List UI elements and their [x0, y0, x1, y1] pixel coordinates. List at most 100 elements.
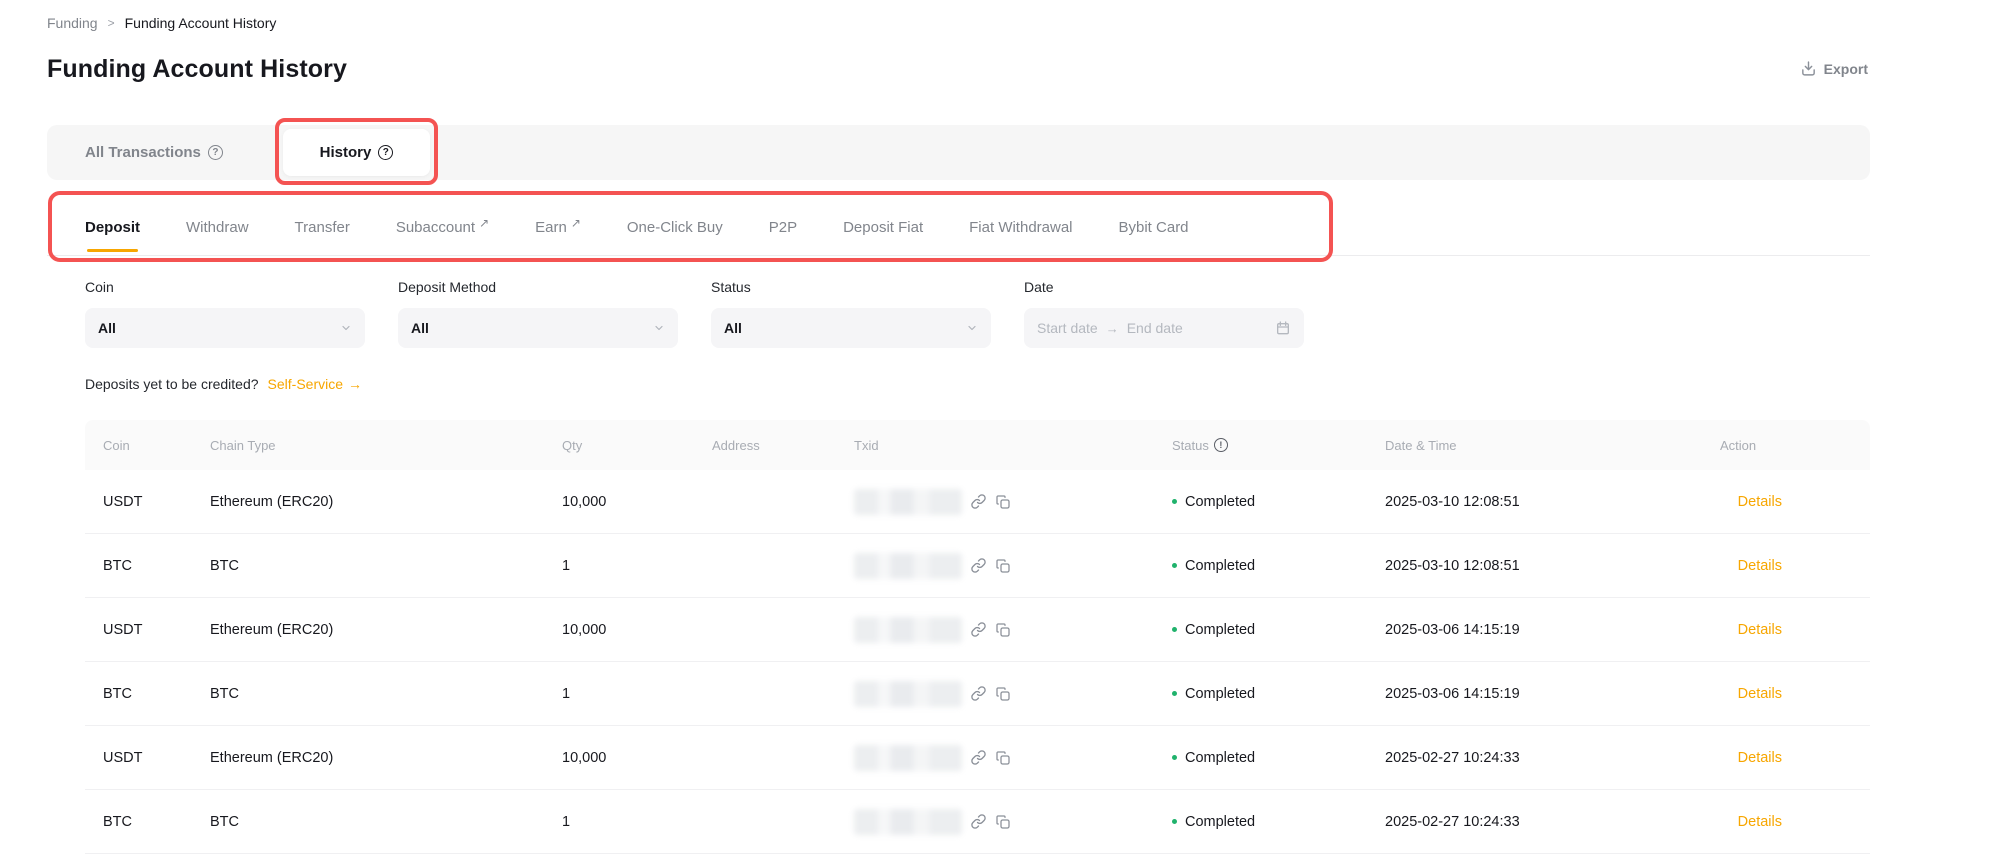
coin-select-value: All [98, 320, 340, 336]
self-service-link[interactable]: Self-Service → [268, 376, 362, 392]
subtab-label: Bybit Card [1119, 219, 1189, 236]
date-range-arrow-icon: → [1106, 321, 1119, 336]
funding-history-page: Funding > Funding Account History Fundin… [0, 0, 1999, 866]
table-header-cell: Txid [854, 438, 1172, 453]
table-header-cell: Coin [85, 438, 210, 453]
cell-action: Details [1720, 686, 1870, 702]
end-date-placeholder: End date [1127, 320, 1183, 336]
txid-link-icon[interactable] [970, 557, 987, 574]
txid-link-icon[interactable] [970, 621, 987, 638]
breadcrumb-current: Funding Account History [125, 15, 277, 31]
txid-redacted-blur [854, 681, 962, 707]
copy-icon[interactable] [995, 750, 1011, 766]
cell-status: Completed [1172, 686, 1385, 702]
table-row: BTC BTC 1 [85, 790, 1870, 854]
subtab-item[interactable]: Transfer [295, 202, 350, 252]
pending-deposit-notice: Deposits yet to be credited? Self-Servic… [85, 376, 362, 392]
copy-icon[interactable] [995, 622, 1011, 638]
subtab-label: Subaccount [396, 219, 475, 236]
main-tabbar: All Transactions ? History ? [47, 125, 1870, 180]
help-icon[interactable]: ? [208, 145, 223, 160]
copy-icon[interactable] [995, 814, 1011, 830]
subtab-item[interactable]: Subaccount ↗ [396, 202, 489, 252]
filter-status: Status All [711, 278, 991, 348]
status-dot-icon [1172, 819, 1177, 824]
subtabs-divider [47, 255, 1870, 256]
cell-chain-type: Ethereum (ERC20) [210, 750, 562, 766]
deposit-method-select-value: All [411, 320, 653, 336]
subtab-label: Fiat Withdrawal [969, 219, 1072, 236]
cell-txid [854, 617, 1172, 643]
table-row: USDT Ethereum (ERC20) 10,000 [85, 598, 1870, 662]
details-link[interactable]: Details [1738, 814, 1782, 830]
txid-redacted-blur [854, 553, 962, 579]
breadcrumb-funding-link[interactable]: Funding [47, 15, 98, 31]
txid-link-icon[interactable] [970, 493, 987, 510]
external-link-icon: ↗ [571, 216, 581, 230]
copy-icon[interactable] [995, 494, 1011, 510]
column-label: Address [712, 438, 760, 453]
start-date-placeholder: Start date [1037, 320, 1098, 336]
chevron-down-icon [340, 322, 352, 334]
subtab-item[interactable]: P2P [769, 202, 797, 252]
cell-datetime: 2025-03-10 12:08:51 [1385, 494, 1720, 510]
status-text: Completed [1185, 686, 1255, 702]
cell-coin: BTC [85, 686, 210, 702]
cell-chain-type: BTC [210, 558, 562, 574]
help-icon[interactable]: ? [378, 145, 393, 160]
txid-link-icon[interactable] [970, 685, 987, 702]
table-row: USDT Ethereum (ERC20) 10,000 [85, 470, 1870, 534]
details-link[interactable]: Details [1738, 686, 1782, 702]
coin-select[interactable]: All [85, 308, 365, 348]
txid-redacted-blur [854, 617, 962, 643]
table-header-cell: Chain Type [210, 438, 562, 453]
deposit-history-table: Coin Chain Type Qty Address [85, 420, 1870, 854]
column-label: Status [1172, 438, 1209, 453]
cell-qty: 1 [562, 814, 712, 830]
copy-icon[interactable] [995, 686, 1011, 702]
status-text: Completed [1185, 814, 1255, 830]
subtab-item[interactable]: Earn ↗ [535, 202, 581, 252]
export-button[interactable]: Export [1800, 60, 1868, 77]
table-header-cell: Qty [562, 438, 712, 453]
filter-date: Date Start date → End date [1024, 278, 1304, 348]
cell-qty: 10,000 [562, 494, 712, 510]
txid-link-icon[interactable] [970, 813, 987, 830]
table-row: USDT Ethereum (ERC20) 10,000 [85, 726, 1870, 790]
deposit-method-select[interactable]: All [398, 308, 678, 348]
subtab-item[interactable]: Fiat Withdrawal [969, 202, 1072, 252]
subtab-item[interactable]: One-Click Buy [627, 202, 723, 252]
column-label: Coin [103, 438, 130, 453]
cell-datetime: 2025-03-10 12:08:51 [1385, 558, 1720, 574]
subtab-item[interactable]: Deposit Fiat [843, 202, 923, 252]
tab-history[interactable]: History ? [283, 129, 430, 176]
table-body: USDT Ethereum (ERC20) 10,000 [85, 470, 1870, 854]
date-range-picker[interactable]: Start date → End date [1024, 308, 1304, 348]
status-text: Completed [1185, 622, 1255, 638]
details-link[interactable]: Details [1738, 750, 1782, 766]
filter-deposit-method: Deposit Method All [398, 278, 678, 348]
cell-status: Completed [1172, 750, 1385, 766]
breadcrumb: Funding > Funding Account History [47, 15, 276, 31]
details-link[interactable]: Details [1738, 494, 1782, 510]
details-link[interactable]: Details [1738, 622, 1782, 638]
details-link[interactable]: Details [1738, 558, 1782, 574]
cell-datetime: 2025-02-27 10:24:33 [1385, 750, 1720, 766]
info-icon[interactable]: ! [1214, 438, 1228, 452]
subtab-item[interactable]: Withdraw [186, 202, 249, 252]
subtab-item[interactable]: Deposit [85, 202, 140, 252]
status-dot-icon [1172, 755, 1177, 760]
copy-icon[interactable] [995, 558, 1011, 574]
tab-all-transactions[interactable]: All Transactions ? [85, 125, 223, 180]
column-label: Qty [562, 438, 582, 453]
txid-link-icon[interactable] [970, 749, 987, 766]
cell-datetime: 2025-03-06 14:15:19 [1385, 622, 1720, 638]
cell-coin: BTC [85, 558, 210, 574]
cell-txid [854, 553, 1172, 579]
status-select[interactable]: All [711, 308, 991, 348]
table-header-cell: Address [712, 438, 854, 453]
status-text: Completed [1185, 558, 1255, 574]
subtab-item[interactable]: Bybit Card [1119, 202, 1189, 252]
cell-coin: USDT [85, 494, 210, 510]
download-icon [1800, 60, 1817, 77]
